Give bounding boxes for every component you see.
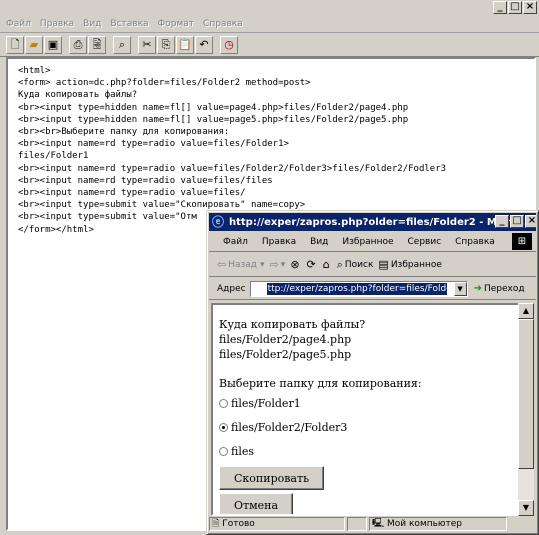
find-icon[interactable]: ⌕	[113, 35, 131, 54]
browser-menu-bar: Файл Правка Вид Избранное Сервис Справка…	[209, 232, 536, 252]
menu-edit[interactable]: Правка	[40, 19, 74, 29]
search-button[interactable]: ⌕ Поиск	[337, 258, 374, 272]
page-content: Куда копировать файлы? files/Folder2/pag…	[211, 303, 522, 516]
menu-insert[interactable]: Вставка	[110, 19, 148, 29]
editor-toolbar: 🗋 ▰ ▣ ⎙ 🗟 ⌕ ✂ ⎘ 📋 ↶ ◷	[0, 33, 539, 57]
page-icon: 🗎	[212, 519, 220, 529]
browser-menu-help[interactable]: Справка	[455, 237, 495, 247]
computer-icon: 🖳	[372, 519, 385, 529]
browser-maximize-button[interactable]: □	[510, 215, 524, 228]
open-icon[interactable]: ▰	[25, 35, 43, 54]
browser-menu-file[interactable]: Файл	[223, 237, 248, 247]
browser-title-bar: ⓔ http://exper/zapros.php?older=files/Fo…	[209, 213, 536, 231]
browser-toolbar: ⇦ Назад ▾ ⇨ ▾ ⊗ ⟳ ⌂ ⌕ Поиск ▤ Избранное	[209, 253, 536, 277]
forward-arrow-icon: ⇨	[269, 258, 279, 271]
search-label: Поиск	[344, 259, 374, 270]
minimize-button[interactable]: _	[493, 1, 507, 14]
menu-format[interactable]: Формат	[158, 19, 195, 29]
browser-menu-tools[interactable]: Сервис	[408, 237, 442, 247]
radio-button[interactable]	[219, 398, 228, 408]
editor-menu-bar: Файл Правка Вид Вставка Формат Справка	[0, 16, 539, 33]
folder-option-label: files	[231, 444, 255, 458]
browser-menu-view[interactable]: Вид	[310, 237, 328, 247]
browser-title: http://exper/zapros.php?older=files/Fold…	[229, 216, 536, 228]
menu-help[interactable]: Справка	[203, 19, 243, 29]
copy-button[interactable]: Скопировать	[219, 466, 325, 490]
cancel-button[interactable]: Отмена	[219, 493, 294, 514]
cut-icon[interactable]: ✂	[138, 35, 156, 54]
paste-icon[interactable]: 📋	[176, 35, 194, 54]
editor-title-bar: _ □ ×	[0, 0, 539, 16]
browser-menu-favorites[interactable]: Избранное	[342, 237, 393, 247]
back-label: Назад	[228, 259, 258, 270]
status-bar: 🗎 Готово 🖳 Мой компьютер	[209, 516, 536, 532]
favorites-button[interactable]: ▤ Избранное	[378, 258, 442, 271]
go-label: Переход	[483, 283, 525, 294]
save-icon[interactable]: ▣	[44, 35, 62, 54]
status-text: Готово	[222, 519, 255, 529]
question-text: Куда копировать файлы?	[219, 318, 366, 331]
back-dropdown-icon[interactable]: ▾	[260, 260, 265, 270]
folder-option[interactable]: files/Folder2/Folder3	[219, 415, 520, 439]
favorites-label: Избранное	[390, 259, 442, 270]
folder-option[interactable]: files/Folder1	[219, 391, 520, 415]
folder-option[interactable]: files	[219, 439, 520, 463]
forward-button[interactable]: ⇨ ▾	[270, 258, 286, 271]
address-bar: Адрес ttp://exper/zapros.php?folder=file…	[209, 278, 536, 300]
status-zone: Мой компьютер	[387, 519, 462, 529]
scroll-thumb[interactable]	[518, 319, 534, 469]
stop-icon: ⊗	[290, 258, 300, 271]
status-zone-cell: 🖳 Мой компьютер	[369, 517, 507, 531]
datetime-icon[interactable]: ◷	[220, 35, 238, 54]
maximize-button[interactable]: □	[508, 1, 522, 14]
address-label: Адрес	[217, 283, 246, 294]
folder-option-label: files/Folder1	[231, 396, 301, 410]
address-input[interactable]: ttp://exper/zapros.php?folder=files/Fold…	[249, 280, 468, 297]
stop-button[interactable]: ⊗	[290, 258, 301, 271]
file-item: files/Folder2/page4.php	[219, 333, 352, 346]
address-dropdown-icon[interactable]: ▼	[453, 281, 467, 296]
copy-icon[interactable]: ⎘	[157, 35, 175, 54]
home-button[interactable]: ⌂	[323, 258, 332, 271]
back-button[interactable]: ⇦ Назад ▾	[217, 258, 265, 271]
go-arrow-icon: ➜	[473, 283, 482, 294]
favorites-icon: ▤	[378, 258, 389, 271]
status-cell	[347, 517, 367, 531]
browser-window: ⓔ http://exper/zapros.php?older=files/Fo…	[206, 210, 539, 535]
menu-view[interactable]: Вид	[83, 19, 101, 29]
windows-logo-icon: ⊞	[512, 233, 532, 250]
radio-button-selected[interactable]	[219, 422, 228, 432]
file-item: files/Folder2/page5.php	[219, 348, 352, 361]
refresh-icon: ⟳	[306, 258, 316, 271]
back-arrow-icon: ⇦	[217, 258, 227, 271]
address-value[interactable]: ttp://exper/zapros.php?folder=files/Fold…	[266, 282, 447, 295]
status-text-cell: 🗎 Готово	[209, 517, 345, 531]
scroll-down-icon[interactable]: ▼	[518, 500, 534, 516]
ie-logo-icon: ⓔ	[212, 214, 225, 229]
home-icon: ⌂	[322, 258, 330, 271]
refresh-button[interactable]: ⟳	[307, 258, 318, 271]
browser-menu-edit[interactable]: Правка	[262, 237, 296, 247]
radio-button[interactable]	[219, 446, 228, 456]
browser-minimize-button[interactable]: _	[495, 215, 509, 228]
scroll-up-icon[interactable]: ▲	[518, 303, 534, 319]
choose-folder-label: Выберите папку для копирования:	[219, 377, 422, 390]
search-icon: ⌕	[336, 257, 343, 271]
menu-file[interactable]: Файл	[6, 19, 31, 29]
close-button[interactable]: ×	[523, 1, 537, 14]
vertical-scrollbar[interactable]: ▲ ▼	[518, 303, 534, 516]
browser-close-button[interactable]: ×	[525, 215, 536, 228]
new-icon[interactable]: 🗋	[6, 35, 24, 54]
folder-option-label: files/Folder2/Folder3	[231, 420, 348, 434]
go-button[interactable]: ➜ Переход	[474, 283, 525, 294]
undo-icon[interactable]: ↶	[195, 35, 213, 54]
print-preview-icon[interactable]: 🗟	[88, 35, 106, 54]
print-icon[interactable]: ⎙	[69, 35, 87, 54]
